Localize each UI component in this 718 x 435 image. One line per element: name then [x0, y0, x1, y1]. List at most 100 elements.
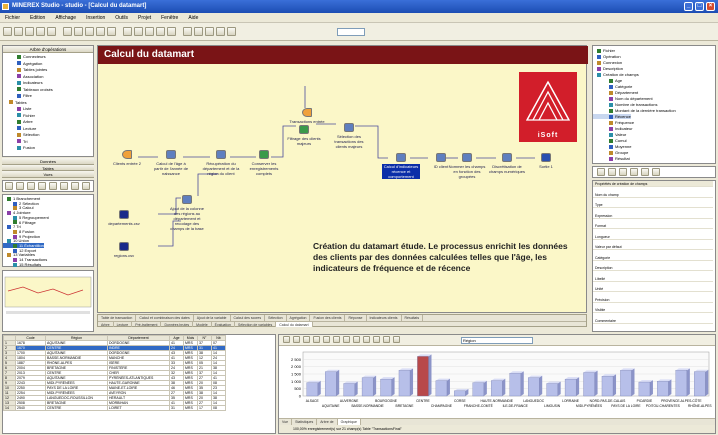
menu-item[interactable]: Fichier — [0, 13, 25, 21]
flow-node-calc-icon[interactable] — [344, 123, 354, 132]
up-icon[interactable] — [630, 168, 638, 176]
canvas-tab[interactable]: Résultats — [402, 315, 424, 321]
operation-tree-item[interactable]: Lecture — [3, 126, 36, 131]
settings-icon[interactable] — [373, 336, 380, 343]
zoom-out-icon[interactable] — [194, 27, 203, 36]
bar[interactable] — [657, 381, 669, 397]
zoom-in-icon[interactable] — [183, 27, 192, 36]
flow-node-filter-icon[interactable] — [299, 125, 309, 134]
flow-node-calc-icon[interactable] — [396, 153, 406, 162]
bar[interactable] — [361, 377, 374, 397]
field-tree-item[interactable]: Fréquence — [593, 120, 634, 125]
color-icon[interactable] — [383, 336, 390, 343]
run-icon[interactable] — [107, 27, 116, 36]
check-icon[interactable] — [597, 168, 605, 176]
property-row[interactable]: Format — [593, 223, 713, 229]
property-row[interactable]: Nom du champ — [593, 192, 713, 198]
bar[interactable] — [675, 370, 688, 397]
field-tree-item[interactable]: Département — [593, 90, 638, 95]
zoom-out-icon[interactable] — [333, 336, 340, 343]
property-row[interactable]: Catégorie — [593, 255, 713, 261]
new-icon[interactable] — [3, 27, 12, 36]
data-grid[interactable]: Code Région Département Age Mois N° Nb 1 1678 AQU… — [3, 335, 226, 411]
stop-icon[interactable] — [123, 27, 132, 36]
search-icon[interactable] — [82, 182, 90, 190]
bar[interactable] — [380, 378, 392, 397]
pie-icon[interactable] — [313, 336, 320, 343]
operation-tree-item[interactable]: Tri — [3, 139, 28, 144]
line-icon[interactable] — [303, 336, 310, 343]
save-icon[interactable] — [25, 27, 34, 36]
menu-item[interactable]: Insertion — [81, 13, 110, 21]
operation-tree-item[interactable]: Sélection — [3, 132, 39, 137]
field-tree-item[interactable]: Nom du département — [593, 96, 653, 101]
overview-minimap[interactable] — [3, 271, 93, 331]
canvas-tab[interactable]: Indicateurs clients — [367, 315, 402, 321]
zoom-in-icon[interactable] — [323, 336, 330, 343]
field-tree-item[interactable]: Valeur — [593, 132, 626, 137]
canvas-tab[interactable]: Calcul et combinaison des dates — [136, 315, 194, 321]
delete-icon[interactable] — [619, 168, 627, 176]
property-row[interactable]: Unité — [593, 286, 713, 292]
bar[interactable] — [509, 373, 521, 397]
flow-node-calc-icon[interactable] — [502, 153, 512, 162]
export-icon[interactable] — [343, 336, 350, 343]
copy-icon[interactable] — [363, 336, 370, 343]
bar[interactable] — [472, 382, 485, 397]
flow-node-file-icon[interactable] — [119, 242, 129, 251]
operation-tree-item[interactable]: Tables jointes — [3, 67, 47, 72]
canvas-tab[interactable]: Données brutes — [161, 322, 194, 327]
remove-icon[interactable] — [16, 182, 24, 190]
operation-tree-item[interactable]: Liste — [3, 106, 31, 111]
field-tree-item[interactable]: Opération — [593, 54, 621, 59]
bar[interactable] — [546, 383, 558, 397]
toolbar-combo[interactable] — [337, 28, 365, 36]
bar[interactable] — [601, 376, 614, 397]
operation-tree-item[interactable]: Connecteurs — [3, 54, 46, 59]
section-header[interactable]: Vues — [2, 171, 94, 178]
field-tree-item[interactable]: Cumul — [593, 138, 627, 143]
print-icon[interactable] — [36, 27, 45, 36]
bar[interactable] — [324, 371, 337, 397]
help-icon[interactable] — [393, 336, 400, 343]
text-icon[interactable] — [216, 27, 225, 36]
grid-icon[interactable] — [156, 27, 165, 36]
field-tree-item[interactable]: Résultat — [593, 156, 630, 161]
flow-node-calc-icon[interactable] — [216, 150, 226, 159]
field-tree-item[interactable]: Connexion — [593, 60, 622, 65]
down-icon[interactable] — [641, 168, 649, 176]
flow-node-calc-icon[interactable] — [166, 150, 176, 159]
property-row[interactable]: Valeur par défaut — [593, 244, 713, 250]
copy-icon[interactable] — [63, 27, 72, 36]
field-tree-item[interactable]: Création de champs — [593, 72, 639, 77]
property-row[interactable]: Expression — [593, 213, 713, 219]
bar[interactable] — [638, 381, 651, 397]
field-tree-item[interactable]: Groupe — [593, 150, 628, 155]
flow-canvas[interactable]: Calcul du datamart Clients entrée 2 Calcu… — [97, 45, 588, 313]
canvas-tab[interactable]: Lecture — [114, 322, 133, 327]
bar[interactable] — [583, 372, 595, 397]
canvas-tab[interactable]: Calcul des scores — [231, 315, 266, 321]
cut-icon[interactable] — [47, 27, 56, 36]
operation-tree-item[interactable]: Tables — [3, 100, 27, 105]
operation-tree-item[interactable]: Agrégation — [3, 61, 42, 66]
canvas-tab[interactable]: Table de transaction — [98, 315, 137, 321]
refresh-icon[interactable] — [71, 182, 79, 190]
open-icon[interactable] — [14, 27, 23, 36]
chart-field-combo[interactable]: Région — [461, 337, 533, 344]
bar[interactable] — [620, 370, 632, 397]
canvas-tab[interactable]: Modèle — [193, 322, 212, 327]
up-icon[interactable] — [27, 182, 35, 190]
property-row[interactable]: Libellé — [593, 276, 713, 282]
canvas-tab[interactable]: Ajout de la variable — [194, 315, 231, 321]
print-icon[interactable] — [353, 336, 360, 343]
edit-icon[interactable] — [608, 168, 616, 176]
bar[interactable] — [454, 390, 466, 397]
canvas-tab[interactable]: Arbre — [98, 322, 114, 327]
menu-item[interactable]: Outils — [110, 13, 133, 21]
canvas-tab[interactable]: Fusion des clients — [310, 315, 346, 321]
operation-tree-item[interactable]: Fichier — [3, 113, 35, 118]
maximize-button[interactable]: □ — [695, 2, 704, 11]
bar[interactable] — [398, 370, 411, 397]
pointer-icon[interactable] — [134, 27, 143, 36]
